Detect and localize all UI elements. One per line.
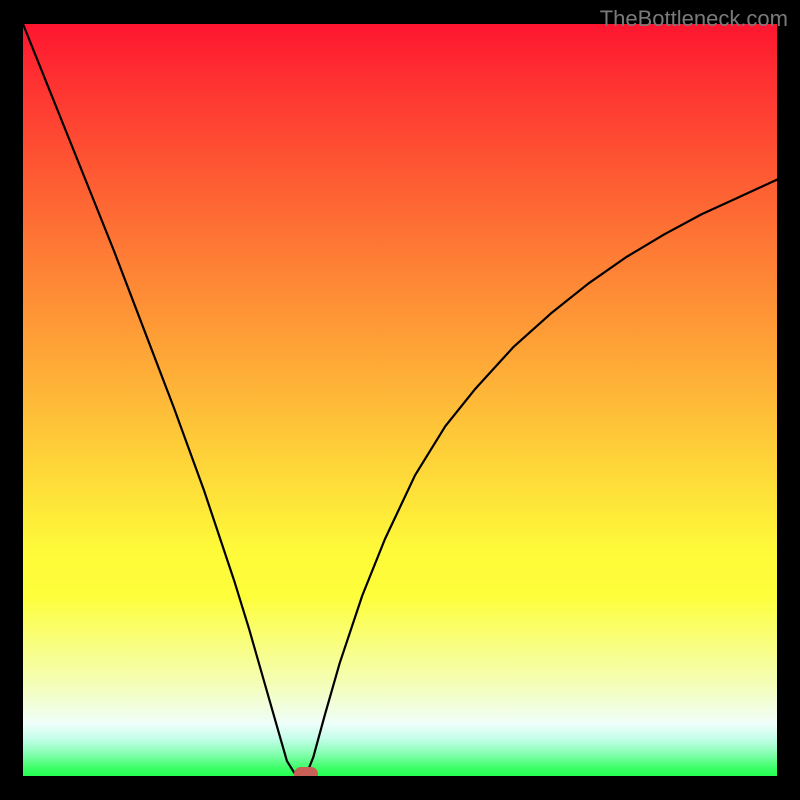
watermark-text: TheBottleneck.com <box>600 6 788 32</box>
chart-frame <box>23 24 777 776</box>
bottleneck-marker-icon <box>294 767 318 776</box>
chart-curve <box>23 24 777 776</box>
